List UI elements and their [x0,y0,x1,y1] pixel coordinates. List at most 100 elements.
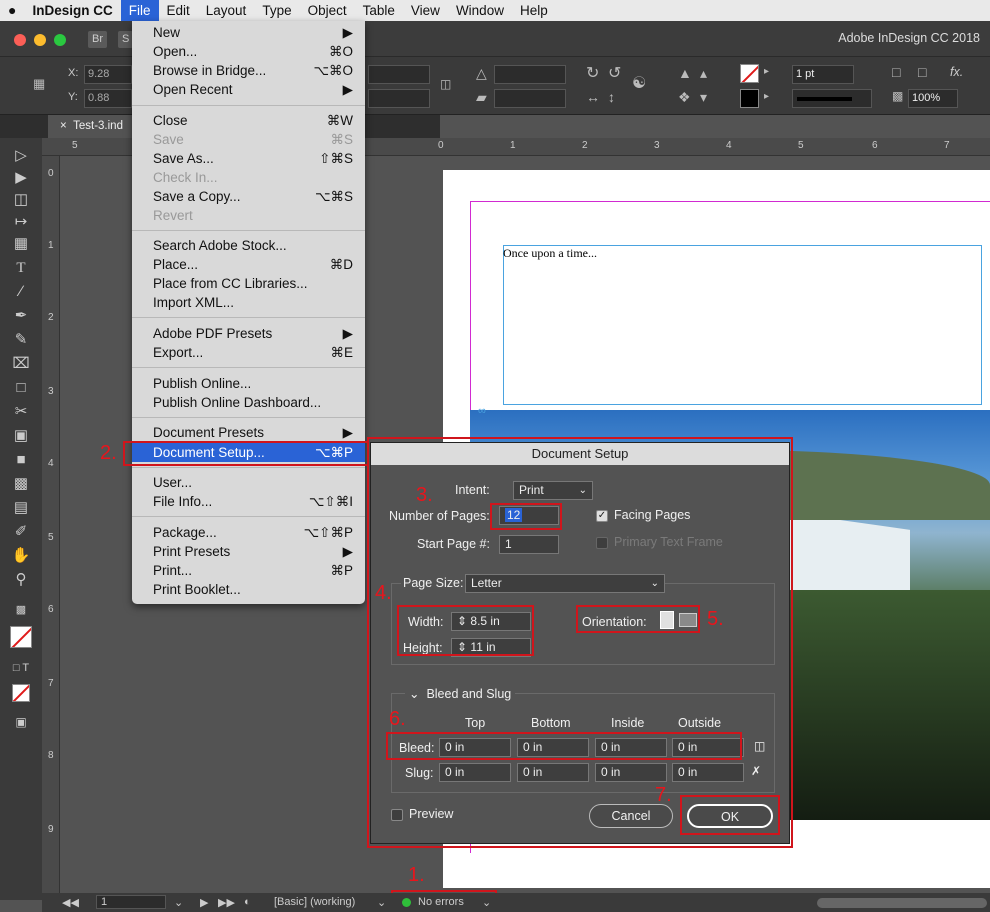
menu-item-new[interactable]: New ▶ [132,23,365,42]
proxy-p-icon[interactable]: ☯ [632,73,646,93]
line-tool-icon[interactable]: ∕ [10,282,32,302]
fill-swatch[interactable] [740,64,759,83]
menu-item-save-copy[interactable]: Save a Copy... ⌥⌘S [132,187,365,206]
page-tool-icon[interactable]: ◫ [10,190,32,210]
zoom-tool-icon[interactable]: ⚲ [10,570,32,590]
minimize-window-button[interactable] [34,34,46,46]
preflight-status[interactable]: No errors [418,896,464,908]
preflight-profile[interactable]: [Basic] (working) [274,896,355,908]
menu-item-print-booklet[interactable]: Print Booklet... [132,580,365,599]
apply-none-swatch[interactable] [12,684,30,702]
preflight-menu-chevron-icon[interactable]: ⌄ [377,896,386,909]
bridge-button[interactable]: Br [88,31,107,48]
reference-point-icon[interactable]: ▦ [33,76,45,92]
pencil-tool-icon[interactable]: ✎ [10,330,32,350]
select-container-icon[interactable]: ▲ [678,65,692,81]
opacity-field[interactable]: 100% [908,89,958,108]
select-content-icon[interactable]: ❖ [678,89,691,106]
w-field[interactable] [368,65,430,84]
menu-item-import-xml[interactable]: Import XML... [132,293,365,312]
menu-item-file-info[interactable]: File Info... ⌥⇧⌘I [132,492,365,511]
select-prev-icon[interactable]: ▴ [700,65,707,82]
menu-item-print-presets[interactable]: Print Presets ▶ [132,542,365,561]
stroke-weight-field[interactable]: 1 pt [792,65,854,84]
document-tab[interactable]: × Test-3.ind [48,115,132,138]
menu-item-place[interactable]: Place... ⌘D [132,255,365,274]
rotate-angle-icon[interactable]: △ [476,65,487,82]
stroke-swatch[interactable] [740,89,759,108]
shear-field[interactable] [494,89,566,108]
menu-item-place-cc[interactable]: Place from CC Libraries... [132,274,365,293]
select-next-icon[interactable]: ▾ [700,89,707,106]
menu-item-search-stock[interactable]: Search Adobe Stock... [132,236,365,255]
rotate-field[interactable] [494,65,566,84]
menu-edit[interactable]: Edit [159,0,198,21]
pen-tool-icon[interactable]: ✒ [10,306,32,326]
menu-item-browse-bridge[interactable]: Browse in Bridge... ⌥⌘O [132,61,365,80]
default-fill-stroke-icon[interactable]: ▩ [10,600,32,620]
stroke-type-select[interactable] [792,89,872,108]
text-frame[interactable] [503,245,982,405]
first-page-icon[interactable]: ◀◀ [62,896,79,909]
zoom-window-button[interactable] [54,34,66,46]
flip-vertical-icon[interactable]: ↕ [608,89,615,105]
type-tool-icon[interactable]: T [10,258,32,278]
note-tool-icon[interactable]: ▤ [10,498,32,518]
gradient-feather-tool-icon[interactable]: ▩ [10,474,32,494]
vertical-ruler[interactable]: 0 1 2 3 4 5 6 7 8 9 [42,156,60,900]
menu-item-document-presets[interactable]: Document Presets ▶ [132,423,365,442]
apple-menu-icon[interactable]: ● [0,0,24,21]
menu-type[interactable]: Type [254,0,299,21]
selection-tool-icon[interactable]: ▷ [10,146,32,166]
content-fitting-icon[interactable]: □ [918,64,926,80]
content-collector-icon[interactable]: ▦ [10,234,32,254]
open-document-icon[interactable]: ◐ [244,896,251,908]
menu-item-package[interactable]: Package... ⌥⇧⌘P [132,523,365,542]
stroke-menu-chevron-icon[interactable]: ▸ [764,91,769,102]
rectangle-frame-tool-icon[interactable]: ⌧ [10,354,32,374]
tab-close-icon[interactable]: × [60,120,67,132]
menu-item-open[interactable]: Open... ⌘O [132,42,365,61]
menu-item-close[interactable]: Close ⌘W [132,111,365,130]
menu-help[interactable]: Help [512,0,556,21]
menu-item-save-as[interactable]: Save As... ⇧⌘S [132,149,365,168]
last-page-icon[interactable]: ▶▶ [218,896,235,909]
rectangle-tool-icon[interactable]: □ [10,378,32,398]
fx-icon[interactable]: fx. [950,65,963,79]
menu-indesign[interactable]: InDesign CC [24,0,120,21]
link-icon[interactable]: ∞ [478,405,486,417]
menu-object[interactable]: Object [300,0,355,21]
page-menu-chevron-icon[interactable]: ⌄ [174,896,183,909]
scissors-tool-icon[interactable]: ✂ [10,402,32,422]
fill-stroke-swatch[interactable] [10,626,32,648]
frame-fitting-icon[interactable]: □ [892,64,900,80]
menu-item-publish-dashboard[interactable]: Publish Online Dashboard... [132,393,365,412]
screen-mode-icon[interactable]: ▣ [10,712,32,732]
free-transform-tool-icon[interactable]: ▣ [10,426,32,446]
next-page-icon[interactable]: ▶ [200,896,208,909]
menu-item-publish-online[interactable]: Publish Online... [132,374,365,393]
menu-item-open-recent[interactable]: Open Recent ▶ [132,80,365,99]
menu-layout[interactable]: Layout [198,0,255,21]
gradient-swatch-tool-icon[interactable]: ■ [10,450,32,470]
eyedropper-tool-icon[interactable]: ✐ [10,522,32,542]
close-window-button[interactable] [14,34,26,46]
gap-tool-icon[interactable]: ↦ [10,212,32,232]
page-number-field[interactable]: 1 [96,895,166,909]
menu-item-export[interactable]: Export... ⌘E [132,343,365,362]
y-field[interactable]: 0.88 [84,89,132,108]
x-field[interactable]: 9.28 [84,65,132,84]
rotate-ccw-icon[interactable]: ↺ [608,63,621,83]
preflight-status-chevron-icon[interactable]: ⌄ [482,896,491,909]
constrain-link-icon[interactable]: ◫ [440,77,451,91]
menu-item-pdf-presets[interactable]: Adobe PDF Presets ▶ [132,324,365,343]
menu-file[interactable]: File [120,0,159,21]
flip-horizontal-icon[interactable]: ↔ [586,89,600,105]
direct-selection-tool-icon[interactable]: ▶ [10,168,32,188]
hand-tool-icon[interactable]: ✋ [10,546,32,566]
menu-item-user[interactable]: User... [132,473,365,492]
menu-window[interactable]: Window [448,0,512,21]
menu-view[interactable]: View [403,0,448,21]
shear-angle-icon[interactable]: ▰ [476,89,487,106]
menu-table[interactable]: Table [355,0,403,21]
